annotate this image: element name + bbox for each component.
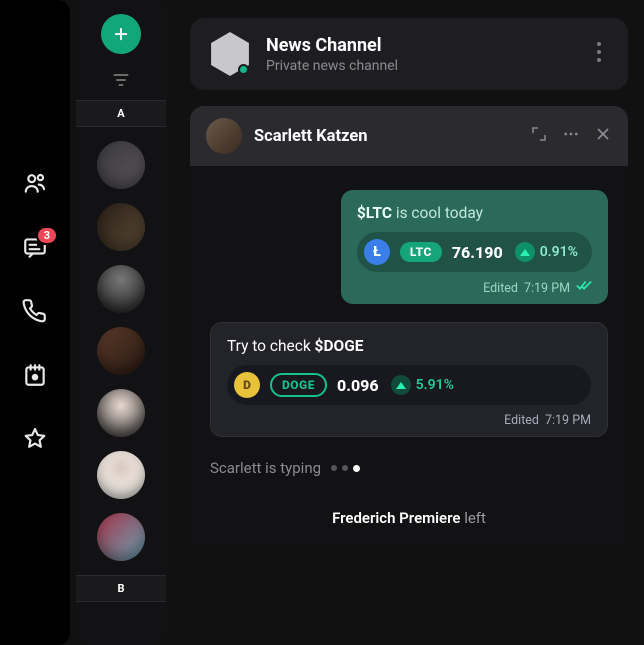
- contacts-list: [97, 127, 145, 575]
- ticker-symbol: LTC: [400, 242, 442, 262]
- chat-avatar[interactable]: [206, 118, 242, 154]
- system-message-action: left: [464, 509, 486, 527]
- contacts-rail: A B: [76, 0, 166, 645]
- typing-dots-icon: [331, 465, 360, 472]
- contacts-section-a: A: [76, 100, 166, 127]
- channel-subtitle: Private news channel: [266, 58, 574, 74]
- filter-icon[interactable]: [105, 70, 137, 90]
- message-sent[interactable]: $LTC is cool today Ł LTC 76.190 0.91% Ed…: [341, 190, 608, 304]
- add-contact-button[interactable]: [101, 14, 141, 54]
- messages-badge: 3: [36, 226, 58, 245]
- message-text: $LTC is cool today: [357, 204, 592, 222]
- calls-icon[interactable]: [22, 298, 48, 324]
- chat-more-icon[interactable]: [562, 125, 580, 147]
- ticker-change: 5.91%: [416, 377, 454, 393]
- message-time: 7:19 PM: [545, 413, 591, 428]
- favorites-icon[interactable]: [22, 426, 48, 452]
- contact-avatar[interactable]: [97, 327, 145, 375]
- ticker-widget[interactable]: Ł LTC 76.190 0.91%: [357, 232, 592, 272]
- read-receipt-icon: [576, 280, 592, 296]
- contacts-section-b: B: [76, 575, 166, 602]
- contact-avatar[interactable]: [97, 265, 145, 313]
- channel-title: News Channel: [266, 35, 574, 56]
- contact-avatar[interactable]: [97, 203, 145, 251]
- main-content: News Channel Private news channel Scarle…: [166, 0, 644, 645]
- ticker-price: 76.190: [452, 243, 503, 262]
- chat-panel: Scarlett Katzen $LTC: [190, 106, 628, 547]
- chat-title: Scarlett Katzen: [254, 127, 518, 146]
- people-icon[interactable]: [22, 170, 48, 196]
- notes-icon[interactable]: [22, 362, 48, 388]
- edited-label: Edited: [483, 281, 518, 296]
- trend-up-icon: [515, 242, 535, 262]
- close-icon[interactable]: [594, 125, 612, 147]
- typing-indicator: Scarlett is typing: [210, 459, 608, 477]
- message-time: 7:19 PM: [524, 281, 570, 296]
- edited-label: Edited: [504, 413, 539, 428]
- channel-header-card[interactable]: News Channel Private news channel: [190, 18, 628, 90]
- messages-icon[interactable]: 3: [22, 234, 48, 260]
- contact-avatar[interactable]: [97, 141, 145, 189]
- ticker-symbol: DOGE: [270, 373, 327, 397]
- channel-avatar: [208, 32, 252, 76]
- system-message-name: Frederich Premiere: [332, 509, 460, 527]
- expand-icon[interactable]: [530, 125, 548, 147]
- trend-up-icon: [391, 375, 411, 395]
- ltc-coin-icon: Ł: [364, 239, 390, 265]
- ticker-change: 0.91%: [540, 244, 578, 260]
- presence-online-icon: [238, 64, 249, 75]
- chat-header: Scarlett Katzen: [190, 106, 628, 166]
- contact-avatar[interactable]: [97, 451, 145, 499]
- ticker-price: 0.096: [337, 376, 379, 395]
- contact-avatar[interactable]: [97, 389, 145, 437]
- message-received[interactable]: Try to check $DOGE D DOGE 0.096 5.91% Ed…: [210, 322, 608, 437]
- typing-text: Scarlett is typing: [210, 459, 321, 477]
- message-text: Try to check $DOGE: [227, 337, 591, 355]
- contact-avatar[interactable]: [97, 513, 145, 561]
- channel-menu-button[interactable]: [588, 32, 610, 76]
- doge-coin-icon: D: [234, 372, 260, 398]
- nav-rail: 3: [0, 0, 70, 645]
- ticker-widget[interactable]: D DOGE 0.096 5.91%: [227, 365, 591, 405]
- system-message: Frederich Premiere left: [210, 509, 608, 527]
